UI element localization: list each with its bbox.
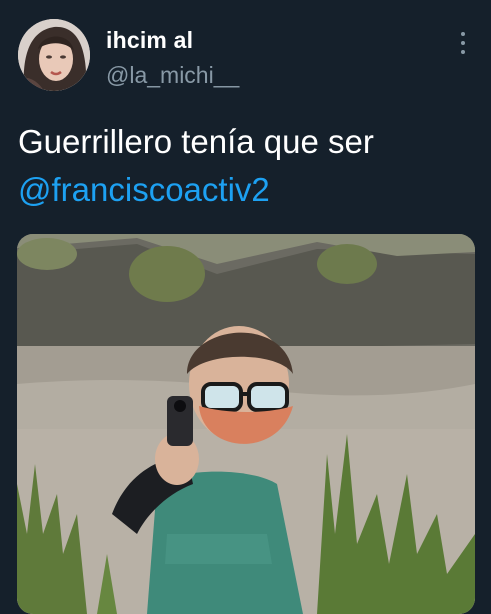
mention-link[interactable]: @franciscoactiv2 xyxy=(18,166,478,214)
more-vertical-icon-dot xyxy=(461,41,465,45)
tweet-text-line: Guerrillero tenía que ser xyxy=(18,123,374,160)
tweet-media[interactable] xyxy=(17,234,475,614)
author-handle[interactable]: @la_michi__ xyxy=(106,62,239,89)
tweet: ihcim al @la_michi__ Guerrillero tenía q… xyxy=(0,0,491,614)
tweet-photo xyxy=(17,234,475,614)
avatar-image xyxy=(18,19,90,91)
avatar[interactable] xyxy=(18,19,90,91)
more-options-button[interactable] xyxy=(452,30,474,56)
more-vertical-icon xyxy=(461,32,465,36)
more-vertical-icon-dot xyxy=(461,50,465,54)
tweet-text: Guerrillero tenía que ser @franciscoacti… xyxy=(18,118,478,214)
author-display-name[interactable]: ihcim al xyxy=(106,27,193,54)
